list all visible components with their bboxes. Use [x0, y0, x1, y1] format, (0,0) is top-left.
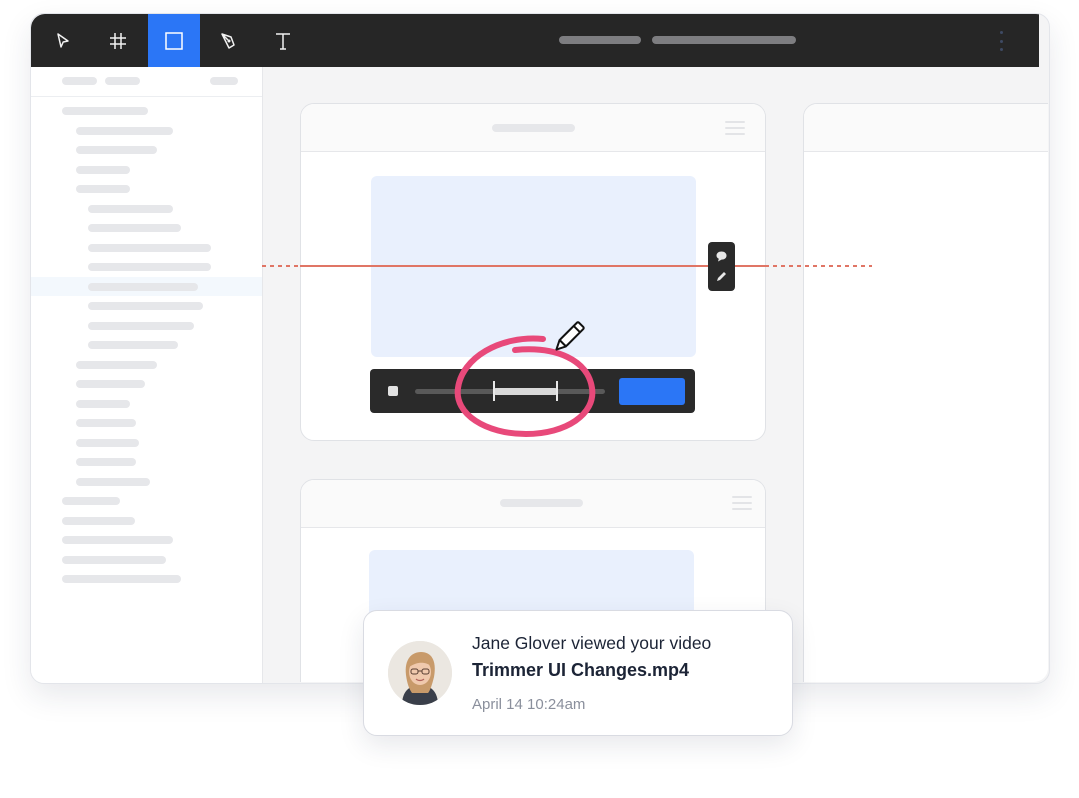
trim-selection[interactable]	[494, 388, 557, 395]
stop-icon[interactable]	[388, 386, 398, 396]
hamburger-icon[interactable]	[725, 121, 745, 135]
frame-title-placeholder	[492, 124, 575, 132]
guide-line-dotted	[262, 265, 300, 267]
toolbar	[31, 14, 1039, 67]
notification-timestamp: April 14 10:24am	[472, 696, 586, 713]
pointer-icon	[57, 32, 69, 48]
canvas[interactable]	[31, 66, 1048, 682]
file-path-placeholder	[652, 36, 796, 44]
play-action-button[interactable]	[619, 378, 685, 405]
hamburger-icon[interactable]	[732, 496, 752, 510]
text-tool-button[interactable]	[257, 14, 309, 67]
guide-line-dotted	[765, 265, 872, 267]
draw-button[interactable]	[712, 267, 731, 286]
text-icon	[276, 32, 290, 50]
trim-track[interactable]	[415, 381, 605, 401]
side-toolbar	[708, 242, 735, 291]
pointer-tool-button[interactable]	[37, 14, 89, 67]
notification-card[interactable]: Jane Glover viewed your video Trimmer UI…	[363, 610, 793, 736]
notification-file-name[interactable]: Trimmer UI Changes.mp4	[472, 660, 689, 681]
pen-tool-button[interactable]	[203, 14, 255, 67]
guide-line	[300, 265, 765, 267]
pencil-icon	[717, 272, 726, 281]
file-name-placeholder	[559, 36, 641, 44]
frame-header	[301, 104, 765, 152]
frame-header	[804, 104, 1048, 152]
video-trimmer	[370, 369, 695, 413]
frame-header	[301, 480, 765, 528]
frame-card[interactable]	[803, 103, 1048, 682]
rectangle-icon	[165, 31, 183, 50]
pen-icon	[221, 32, 235, 49]
frame-tool-button[interactable]	[92, 14, 144, 67]
trim-start-handle[interactable]	[493, 381, 495, 401]
kebab-icon[interactable]	[999, 31, 1003, 51]
frame-title-placeholder	[500, 499, 583, 507]
notification-message: Jane Glover viewed your video	[472, 633, 712, 653]
trim-end-handle[interactable]	[556, 381, 558, 401]
frame-icon	[110, 32, 126, 49]
avatar	[388, 641, 452, 705]
rectangle-tool-button[interactable]	[148, 14, 200, 67]
comment-icon	[716, 251, 727, 262]
comment-button[interactable]	[712, 247, 731, 266]
